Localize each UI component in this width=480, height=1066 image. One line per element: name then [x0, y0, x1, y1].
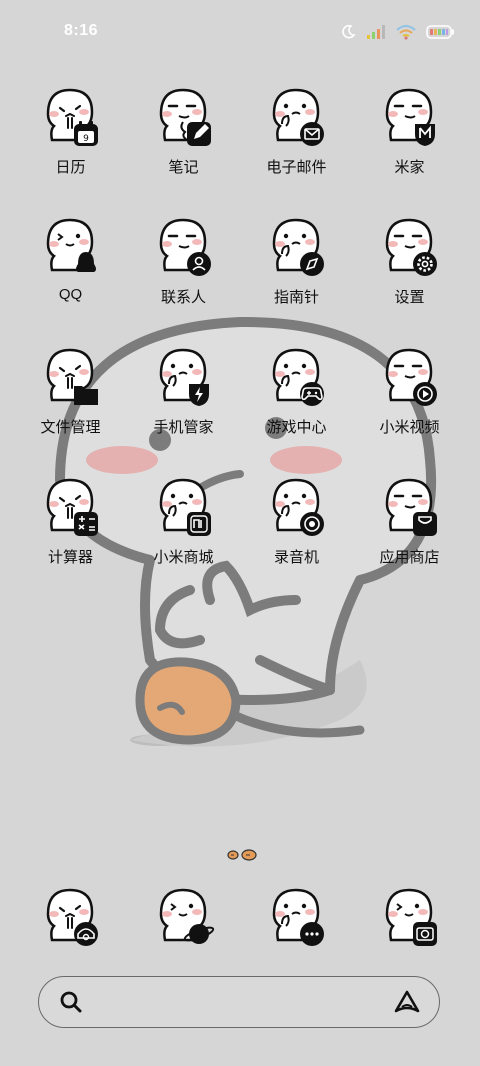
app-compass[interactable]: 指南针: [240, 214, 353, 324]
play-icon: [385, 348, 437, 406]
gamepad-icon: [272, 348, 324, 406]
shopping-bag-icon: [385, 478, 437, 536]
signal-icon: [367, 25, 385, 39]
app-security[interactable]: 手机管家: [127, 344, 240, 454]
app-game-center[interactable]: 游戏中心: [240, 344, 353, 454]
app-label: 电子邮件: [266, 159, 327, 176]
mi-store-icon: [159, 478, 211, 536]
app-label: 录音机: [273, 549, 319, 566]
dock-phone[interactable]: [14, 884, 127, 954]
app-label: 小米视频: [379, 419, 440, 436]
status-icons: [340, 22, 454, 42]
app-label: 米家: [394, 159, 425, 176]
app-label: 笔记: [168, 159, 199, 176]
camera-icon: [385, 888, 437, 946]
app-qq[interactable]: QQ: [14, 214, 127, 324]
dock-messages[interactable]: [240, 884, 353, 954]
dock-camera[interactable]: [353, 884, 466, 954]
status-bar: 8:16: [0, 0, 480, 62]
gear-icon: [385, 218, 437, 276]
app-recorder[interactable]: 录音机: [240, 474, 353, 584]
calendar-icon: 9: [46, 88, 98, 146]
app-calendar[interactable]: 9 日历: [14, 84, 127, 194]
app-settings[interactable]: 设置: [353, 214, 466, 324]
app-mi-store[interactable]: 小米商城: [127, 474, 240, 584]
app-app-store[interactable]: 应用商店: [353, 474, 466, 584]
app-mi-video[interactable]: 小米视频: [353, 344, 466, 454]
mail-icon: [272, 88, 324, 146]
planet-icon: [159, 888, 215, 944]
app-label: 手机管家: [153, 419, 214, 436]
app-label: 计算器: [47, 549, 93, 566]
shield-icon: [159, 348, 209, 406]
search-icon[interactable]: [59, 990, 83, 1014]
wallpaper-bun: [135, 657, 241, 745]
app-notes[interactable]: 笔记: [127, 84, 240, 194]
recorder-icon: [272, 478, 324, 536]
page-indicator[interactable]: [226, 848, 260, 862]
message-icon: [272, 888, 324, 946]
contacts-icon: [159, 218, 211, 276]
status-time: 8:16: [64, 22, 99, 39]
wifi-icon: [396, 25, 416, 40]
folder-icon: [46, 348, 98, 405]
app-label: 指南针: [273, 289, 319, 306]
telephone-icon: [46, 888, 98, 946]
battery-icon: [426, 25, 454, 39]
dock: [14, 884, 466, 954]
moon-icon: [342, 24, 356, 39]
app-label: 设置: [394, 289, 425, 306]
qq-penguin-icon: [46, 218, 96, 272]
app-label: QQ: [58, 286, 83, 303]
compass-icon: [272, 218, 324, 276]
app-label: 联系人: [160, 289, 206, 306]
note-icon: [159, 88, 211, 146]
app-mijia[interactable]: 米家: [353, 84, 466, 194]
app-file-manager[interactable]: 文件管理: [14, 344, 127, 454]
calculator-icon: [46, 478, 98, 536]
app-calculator[interactable]: 计算器: [14, 474, 127, 584]
svg-text:9: 9: [83, 134, 89, 144]
search-bar[interactable]: [38, 976, 440, 1028]
dock-browser[interactable]: [127, 884, 240, 954]
app-label: 日历: [55, 159, 86, 176]
app-label: 游戏中心: [266, 419, 327, 436]
mijia-icon: [385, 88, 435, 146]
app-label: 文件管理: [40, 419, 101, 436]
app-email[interactable]: 电子邮件: [240, 84, 353, 194]
app-label: 应用商店: [379, 549, 440, 566]
assistant-icon[interactable]: [393, 989, 421, 1015]
app-label: 小米商城: [153, 549, 214, 566]
app-contacts[interactable]: 联系人: [127, 214, 240, 324]
